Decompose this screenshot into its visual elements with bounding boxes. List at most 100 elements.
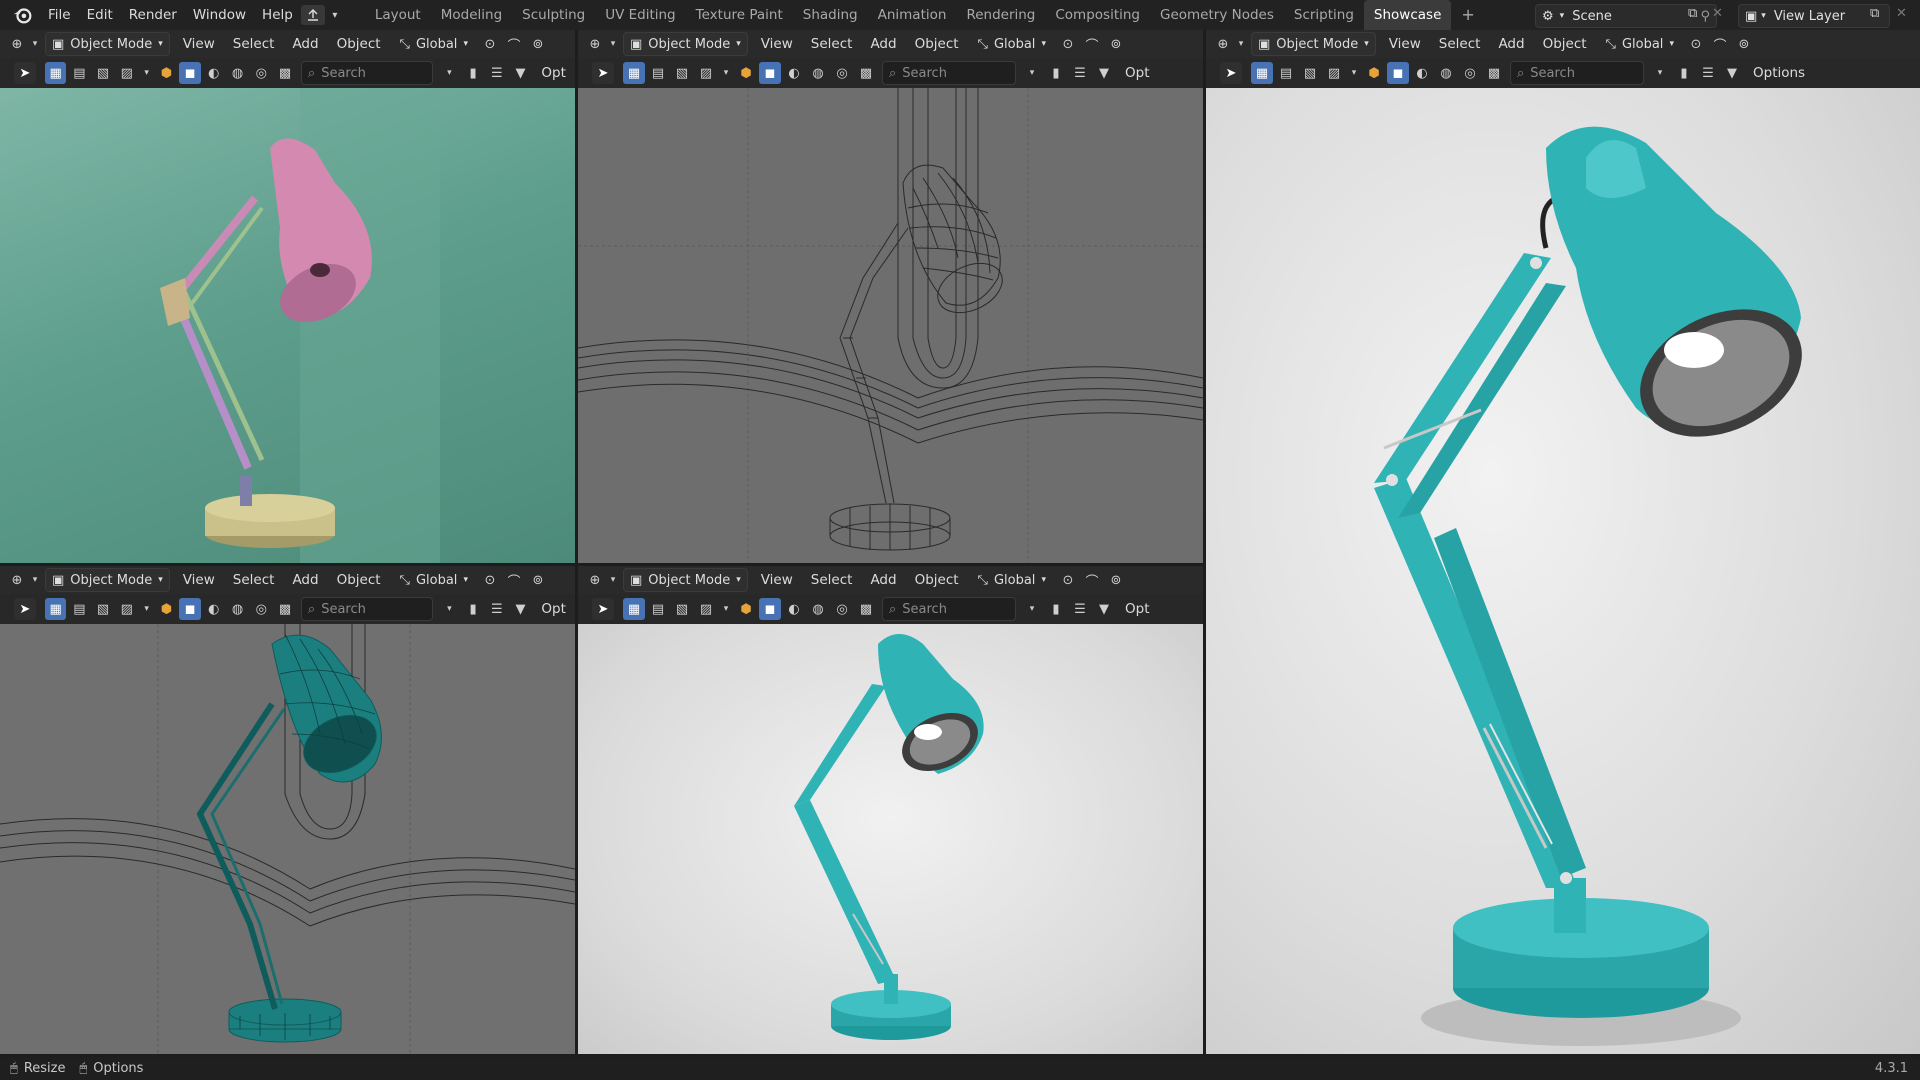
select-new-icon[interactable]: ▦ bbox=[623, 598, 645, 620]
select-intersect-icon[interactable]: ▨ bbox=[116, 62, 138, 84]
upload-icon[interactable] bbox=[300, 5, 325, 25]
editor-type-icon[interactable]: ⊕ bbox=[6, 569, 28, 591]
search-input[interactable] bbox=[319, 64, 414, 82]
search-field[interactable]: ⌕ bbox=[300, 61, 434, 85]
search-input[interactable] bbox=[900, 600, 995, 618]
filter-icon[interactable]: ▼ bbox=[1093, 62, 1115, 84]
menu-help[interactable]: Help bbox=[254, 0, 301, 30]
add-menu[interactable]: Add bbox=[861, 36, 905, 52]
select-new-icon[interactable]: ▦ bbox=[44, 598, 67, 620]
chevron-down-icon[interactable]: ▾ bbox=[1347, 62, 1361, 84]
rendered-shading-icon[interactable]: ◍ bbox=[807, 62, 829, 84]
color-picker-icon[interactable]: ⬢ bbox=[156, 62, 178, 84]
viewport-canvas[interactable] bbox=[578, 624, 1203, 1054]
rendered-shading-icon[interactable]: ◍ bbox=[807, 598, 829, 620]
orientation-dropdown[interactable]: ⤡ Global ▾ bbox=[394, 33, 474, 55]
viewport-area-bottom-left[interactable]: ⊕ ▾ ▣ Object Mode ▾ View Select Add Object… bbox=[0, 566, 575, 1054]
view-menu[interactable]: View bbox=[752, 572, 802, 588]
chevron-down-icon[interactable]: ▾ bbox=[140, 598, 154, 620]
search-input[interactable] bbox=[1528, 64, 1623, 82]
options-button[interactable]: Opt bbox=[1116, 65, 1159, 81]
select-new-icon[interactable]: ▦ bbox=[1251, 62, 1273, 84]
delete-view-layer-icon[interactable]: ✕ bbox=[1896, 6, 1907, 21]
proportional-editing-icon[interactable]: ⊚ bbox=[527, 33, 549, 55]
options-button[interactable]: Opt bbox=[532, 601, 575, 617]
material-shading-icon[interactable]: ◐ bbox=[783, 598, 805, 620]
orientation-dropdown[interactable]: ⤡ Global ▾ bbox=[1600, 33, 1680, 55]
select-extend-icon[interactable]: ▤ bbox=[647, 598, 669, 620]
select-extend-icon[interactable]: ▤ bbox=[647, 62, 669, 84]
add-menu[interactable]: Add bbox=[1489, 36, 1533, 52]
tab-layout[interactable]: Layout bbox=[365, 0, 431, 30]
add-menu[interactable]: Add bbox=[861, 572, 905, 588]
new-scene-icon[interactable]: ⧉ bbox=[1688, 6, 1697, 21]
editor-type-icon[interactable]: ⊕ bbox=[584, 33, 606, 55]
view-menu[interactable]: View bbox=[174, 572, 224, 588]
object-menu[interactable]: Object bbox=[328, 572, 390, 588]
proportional-editing-icon[interactable]: ⊚ bbox=[527, 569, 549, 591]
filter-icon[interactable]: ▼ bbox=[1721, 62, 1743, 84]
proportional-editing-icon[interactable]: ⊚ bbox=[1105, 33, 1127, 55]
bookmark-icon[interactable]: ▮ bbox=[462, 598, 484, 620]
select-intersect-icon[interactable]: ▨ bbox=[695, 598, 717, 620]
material-shading-icon[interactable]: ◐ bbox=[1411, 62, 1433, 84]
select-subtract-icon[interactable]: ▧ bbox=[92, 598, 114, 620]
select-subtract-icon[interactable]: ▧ bbox=[92, 62, 114, 84]
mode-dropdown[interactable]: ▣ Object Mode ▾ bbox=[1251, 32, 1376, 56]
select-subtract-icon[interactable]: ▧ bbox=[671, 598, 693, 620]
select-tool-icon[interactable]: ➤ bbox=[14, 598, 36, 620]
chevron-down-icon[interactable]: ▾ bbox=[608, 33, 618, 55]
rendered-shading-icon[interactable]: ◍ bbox=[227, 598, 249, 620]
material-shading-icon[interactable]: ◐ bbox=[203, 598, 225, 620]
bookmark-icon[interactable]: ▮ bbox=[1673, 62, 1695, 84]
search-field[interactable]: ⌕ bbox=[882, 597, 1016, 621]
chevron-down-icon[interactable]: ▾ bbox=[719, 62, 733, 84]
mode-dropdown[interactable]: ▣ Object Mode ▾ bbox=[623, 568, 748, 592]
mode-dropdown[interactable]: ▣ Object Mode ▾ bbox=[45, 568, 170, 592]
wireframe-shading-icon[interactable]: ◎ bbox=[831, 62, 853, 84]
bookmark-icon[interactable]: ▮ bbox=[1045, 62, 1067, 84]
viewport-canvas[interactable] bbox=[1206, 88, 1920, 1054]
overlay-icon[interactable]: ▩ bbox=[274, 62, 296, 84]
add-menu[interactable]: Add bbox=[283, 572, 327, 588]
solid-shading-icon[interactable]: ◼ bbox=[759, 62, 781, 84]
wireframe-shading-icon[interactable]: ◎ bbox=[831, 598, 853, 620]
select-menu[interactable]: Select bbox=[224, 572, 284, 588]
menu-render[interactable]: Render bbox=[121, 0, 185, 30]
tab-sculpting[interactable]: Sculpting bbox=[512, 0, 595, 30]
bookmark-icon[interactable]: ▮ bbox=[1045, 598, 1067, 620]
select-intersect-icon[interactable]: ▨ bbox=[695, 62, 717, 84]
overlay-icon[interactable]: ▩ bbox=[274, 598, 296, 620]
view-menu[interactable]: View bbox=[1380, 36, 1430, 52]
filter-icon[interactable]: ▼ bbox=[510, 598, 532, 620]
chevron-down-icon[interactable]: ▾ bbox=[1021, 598, 1043, 620]
chevron-down-icon[interactable]: ▾ bbox=[30, 33, 40, 55]
menu-file[interactable]: File bbox=[40, 0, 79, 30]
select-new-icon[interactable]: ▦ bbox=[623, 62, 645, 84]
select-tool-icon[interactable]: ➤ bbox=[592, 598, 614, 620]
wireframe-shading-icon[interactable]: ◎ bbox=[250, 598, 272, 620]
pivot-icon[interactable]: ⊙ bbox=[1057, 33, 1079, 55]
tab-rendering[interactable]: Rendering bbox=[956, 0, 1045, 30]
options-button[interactable]: Opt bbox=[1116, 601, 1159, 617]
select-tool-icon[interactable]: ➤ bbox=[592, 62, 614, 84]
filter-icon[interactable]: ▼ bbox=[510, 62, 532, 84]
viewport-area-bottom-middle[interactable]: ⊕ ▾ ▣ Object Mode ▾ View Select Add Object… bbox=[578, 566, 1203, 1054]
list-view-icon[interactable]: ☰ bbox=[1069, 598, 1091, 620]
tab-uv-editing[interactable]: UV Editing bbox=[595, 0, 685, 30]
overlay-icon[interactable]: ▩ bbox=[855, 62, 877, 84]
viewport-canvas[interactable] bbox=[0, 88, 575, 563]
chevron-down-icon[interactable]: ▾ bbox=[438, 62, 460, 84]
pivot-icon[interactable]: ⊙ bbox=[1057, 569, 1079, 591]
solid-shading-icon[interactable]: ◼ bbox=[1387, 62, 1409, 84]
select-subtract-icon[interactable]: ▧ bbox=[1299, 62, 1321, 84]
solid-shading-icon[interactable]: ◼ bbox=[759, 598, 781, 620]
tab-showcase[interactable]: Showcase bbox=[1363, 0, 1452, 30]
color-picker-icon[interactable]: ⬢ bbox=[1363, 62, 1385, 84]
view-menu[interactable]: View bbox=[174, 36, 224, 52]
search-input[interactable] bbox=[900, 64, 995, 82]
menu-window[interactable]: Window bbox=[185, 0, 254, 30]
object-menu[interactable]: Object bbox=[1534, 36, 1596, 52]
list-view-icon[interactable]: ☰ bbox=[486, 598, 508, 620]
viewport-canvas[interactable] bbox=[578, 88, 1203, 563]
